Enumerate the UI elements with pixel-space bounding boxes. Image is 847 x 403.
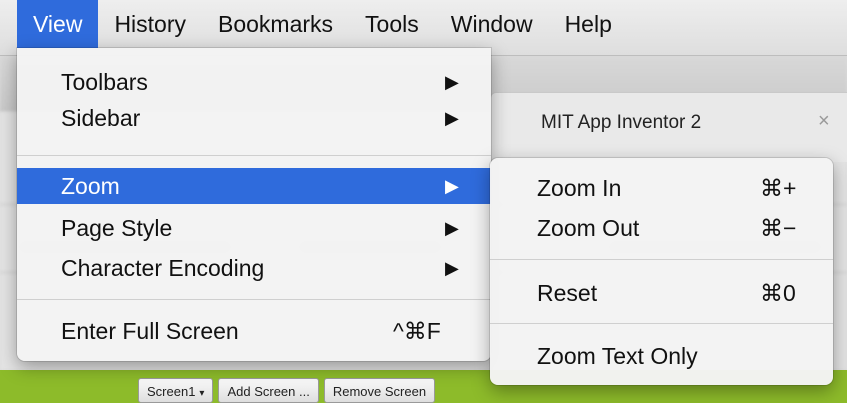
menu-item-shortcut: ⌘+: [760, 175, 797, 201]
submenu-arrow-icon: ▶: [445, 108, 459, 128]
menu-item-label: Page Style: [61, 215, 173, 241]
menu-item-label: Sidebar: [61, 105, 141, 131]
close-icon[interactable]: ×: [818, 110, 830, 133]
menu-item-shortcut: ^⌘F: [393, 318, 441, 344]
menu-item-enter-full-screen[interactable]: Enter Full Screen ^⌘F: [17, 313, 491, 349]
menu-item-label: Reset: [537, 280, 598, 306]
menu-view[interactable]: View: [17, 0, 99, 48]
menu-item-shortcut: ⌘0: [760, 280, 796, 306]
submenu-arrow-icon: ▶: [445, 176, 459, 196]
menu-item-zoom[interactable]: Zoom ▶: [17, 168, 491, 204]
zoom-submenu: Zoom In ⌘+ Zoom Out ⌘− Reset ⌘0 Zoom Tex…: [490, 158, 833, 385]
menu-history[interactable]: History: [98, 0, 202, 48]
remove-screen-button[interactable]: Remove Screen: [323, 378, 436, 403]
view-menu: Toolbars ▶ Sidebar ▶ Zoom ▶ Page Style ▶…: [17, 48, 491, 361]
menu-separator: [17, 155, 491, 156]
menu-separator: [490, 323, 833, 324]
screen-button-group: Screen1 ▾ Add Screen ... Remove Screen: [138, 378, 436, 403]
menu-item-sidebar[interactable]: Sidebar ▶: [17, 100, 491, 136]
menu-item-toolbars[interactable]: Toolbars ▶: [17, 64, 491, 100]
submenu-arrow-icon: ▶: [445, 258, 459, 278]
chevron-down-icon: ▾: [199, 388, 205, 399]
menu-item-label: Enter Full Screen: [61, 318, 239, 344]
menu-separator: [17, 299, 491, 300]
menu-item-page-style[interactable]: Page Style ▶: [17, 210, 491, 246]
menu-tools[interactable]: Tools: [349, 0, 435, 48]
submenu-arrow-icon: ▶: [445, 72, 459, 92]
menu-separator: [490, 259, 833, 260]
menu-window[interactable]: Window: [435, 0, 549, 48]
menu-item-label: Zoom Text Only: [537, 343, 698, 369]
menu-item-label: Toolbars: [61, 69, 148, 95]
menu-item-character-encoding[interactable]: Character Encoding ▶: [17, 250, 491, 286]
menu-item-zoom-in[interactable]: Zoom In ⌘+: [490, 170, 833, 206]
submenu-arrow-icon: ▶: [445, 218, 459, 238]
browser-tab[interactable]: MIT App Inventor 2 ×: [490, 92, 847, 162]
menu-item-zoom-text-only[interactable]: Zoom Text Only: [490, 338, 833, 374]
tab-title: MIT App Inventor 2: [541, 112, 702, 133]
menu-item-label: Character Encoding: [61, 255, 265, 281]
menu-item-label: Zoom Out: [537, 215, 640, 241]
menu-bookmarks[interactable]: Bookmarks: [202, 0, 349, 48]
menu-item-zoom-out[interactable]: Zoom Out ⌘−: [490, 210, 833, 246]
menu-item-reset[interactable]: Reset ⌘0: [490, 275, 833, 311]
add-screen-button[interactable]: Add Screen ...: [218, 378, 319, 403]
menu-item-label: Zoom: [61, 173, 120, 199]
menu-help[interactable]: Help: [549, 0, 628, 48]
menu-item-label: Zoom In: [537, 175, 622, 201]
screen1-dropdown[interactable]: Screen1 ▾: [138, 378, 214, 403]
menu-item-shortcut: ⌘−: [760, 215, 797, 241]
screen1-label: Screen1: [147, 384, 196, 399]
